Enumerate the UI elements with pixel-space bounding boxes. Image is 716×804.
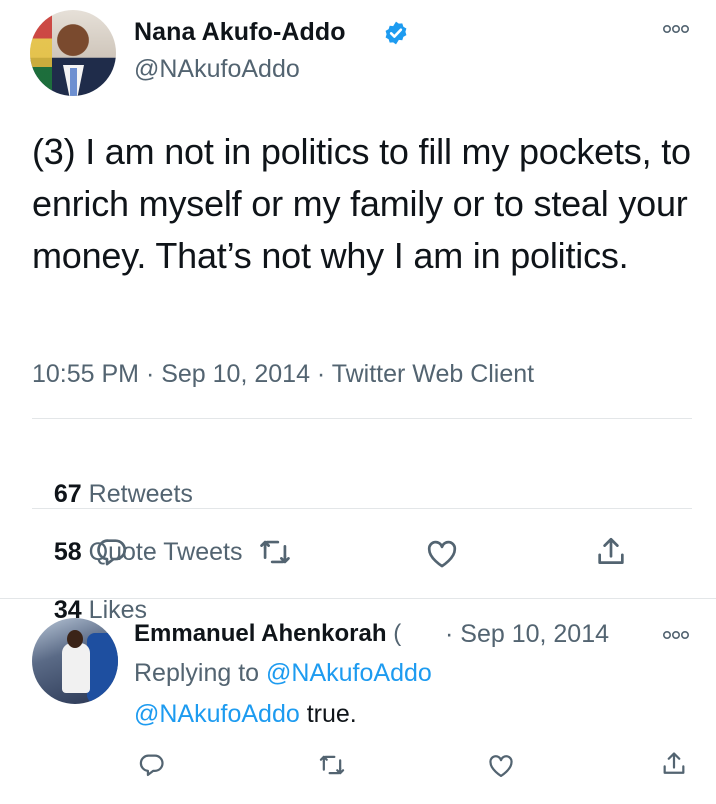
quotes-count: 58 bbox=[53, 538, 82, 566]
retweet-icon[interactable] bbox=[318, 751, 346, 779]
tweet-meta: 10:55 PM · Sep 10, 2014 · Twitter Web Cl… bbox=[32, 360, 535, 388]
reply-author-name[interactable]: Emmanuel Ahenkorah ( bbox=[134, 620, 401, 648]
reply-body: true. bbox=[306, 700, 357, 728]
tweet-text: (3) I am not in politics to fill my pock… bbox=[32, 131, 691, 276]
reply-text: @NAkufoAddo true. bbox=[134, 700, 357, 729]
more-icon[interactable] bbox=[663, 22, 689, 36]
author-handle[interactable]: @NAkufoAddo bbox=[134, 55, 300, 84]
retweet-icon[interactable] bbox=[258, 535, 292, 569]
more-icon[interactable] bbox=[663, 628, 689, 642]
replying-prefix: Replying to bbox=[134, 659, 260, 687]
replying-to: Replying to @NAkufoAddo bbox=[134, 659, 432, 688]
reply-date[interactable]: · Sep 10, 2014 bbox=[445, 620, 609, 649]
reply-author-avatar[interactable] bbox=[32, 618, 118, 704]
author-avatar[interactable] bbox=[30, 10, 116, 96]
mention-link[interactable]: @NAkufoAddo bbox=[134, 700, 300, 728]
flag-backdrop bbox=[30, 10, 52, 96]
avatar-head bbox=[67, 630, 83, 648]
retweets-stat[interactable]: 67 Retweets bbox=[54, 480, 193, 508]
author-name[interactable]: Nana Akufo-Addo bbox=[134, 18, 346, 47]
like-icon[interactable] bbox=[487, 752, 515, 780]
reply-author-name-text: Emmanuel Ahenkorah bbox=[134, 620, 387, 647]
divider bbox=[0, 598, 716, 599]
avatar-vehicle bbox=[87, 633, 118, 703]
replying-handle-link[interactable]: @NAkufoAddo bbox=[266, 659, 432, 687]
avatar-tie bbox=[70, 68, 77, 96]
name-truncation: ( bbox=[393, 620, 402, 647]
avatar-figure bbox=[62, 643, 90, 693]
quotes-stat[interactable]: 58 Quote Tweets bbox=[54, 538, 243, 566]
divider bbox=[32, 418, 692, 419]
retweets-count: 67 bbox=[53, 480, 82, 508]
divider bbox=[32, 508, 692, 509]
like-icon[interactable] bbox=[425, 537, 459, 571]
verified-icon bbox=[385, 21, 407, 45]
retweets-label: Retweets bbox=[88, 480, 193, 508]
reply-icon[interactable] bbox=[138, 751, 166, 779]
share-icon[interactable] bbox=[594, 535, 628, 569]
reply-icon[interactable] bbox=[95, 535, 129, 569]
share-icon[interactable] bbox=[660, 750, 688, 778]
